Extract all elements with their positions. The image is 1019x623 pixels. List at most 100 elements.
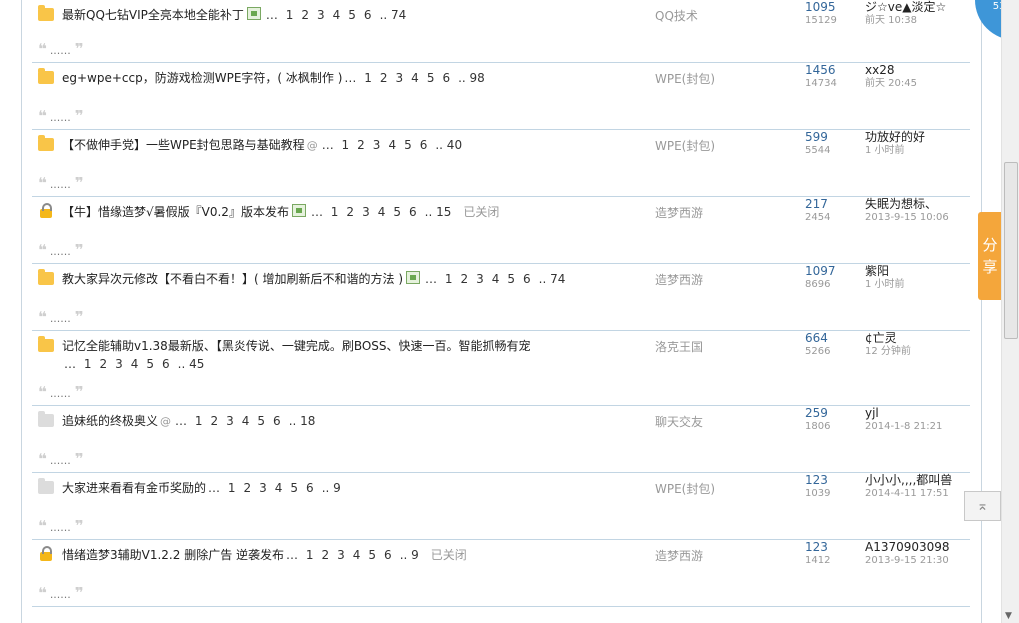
page-link[interactable]: 1 <box>195 414 203 428</box>
forum-link[interactable]: 洛克王国 <box>655 338 703 355</box>
thread-title-link[interactable]: 最新QQ七钻VIP全亮本地全能补丁 <box>62 8 244 22</box>
page-link[interactable]: 4 <box>378 205 386 219</box>
page-link[interactable]: 2 <box>301 8 309 22</box>
page-link[interactable]: .. 74 <box>539 272 566 286</box>
reply-count[interactable]: 259 <box>805 406 830 421</box>
page-link[interactable]: 5 <box>290 481 298 495</box>
page-link[interactable]: 2 <box>321 548 329 562</box>
page-link[interactable]: 2 <box>210 414 218 428</box>
page-link[interactable]: .. 9 <box>322 481 341 495</box>
page-link[interactable]: 4 <box>333 8 341 22</box>
reply-count[interactable]: 599 <box>805 130 830 145</box>
reply-count[interactable]: 1456 <box>805 63 837 78</box>
page-link[interactable]: 6 <box>409 205 417 219</box>
page-link[interactable]: 4 <box>411 71 419 85</box>
reply-count[interactable]: 123 <box>805 540 830 555</box>
thread-title-link[interactable]: 大家进来看看有金币奖励的 <box>62 481 206 495</box>
page-link[interactable]: 1 <box>84 357 92 371</box>
last-post-time[interactable]: 前天 10:38 <box>865 15 946 27</box>
last-post-time[interactable]: 2013-9-15 10:06 <box>865 212 949 224</box>
page-link[interactable]: 4 <box>492 272 500 286</box>
page-link[interactable]: 3 <box>476 272 484 286</box>
last-post-author[interactable]: ¢亡灵 <box>865 331 911 346</box>
page-link[interactable]: 3 <box>396 71 404 85</box>
page-link[interactable]: 2 <box>346 205 354 219</box>
last-post-author[interactable]: ジ☆ve▲淡定☆ <box>865 0 946 15</box>
page-link[interactable]: 1 <box>445 272 453 286</box>
thread-row[interactable]: eg+wpe+ccp，防游戏检测WPE字符，( 冰枫制作 )… 1 2 3 4 5 6..… <box>32 63 970 130</box>
last-post-author[interactable]: 失眠为想标、 <box>865 197 949 212</box>
page-link[interactable]: 3 <box>373 138 381 152</box>
page-link[interactable]: 4 <box>242 414 250 428</box>
thread-row[interactable]: 追妹纸的终极奥义 @… 1 2 3 4 5 6.. 18 聊天交友 259 1806 yjl 2014… <box>32 406 970 473</box>
thread-title-link[interactable]: 教大家异次元修改【不看白不看！】( 增加刷新后不和谐的方法 ) <box>62 272 403 286</box>
page-link[interactable]: 6 <box>442 71 450 85</box>
last-post-time[interactable]: 前天 20:45 <box>865 78 917 90</box>
page-link[interactable]: 6 <box>523 272 531 286</box>
page-link[interactable]: .. 15 <box>425 205 452 219</box>
page-link[interactable]: 5 <box>427 71 435 85</box>
page-link[interactable]: 6 <box>420 138 428 152</box>
last-post-time[interactable]: 12 分钟前 <box>865 346 911 358</box>
reply-count[interactable]: 1097 <box>805 264 836 279</box>
forum-link[interactable]: 造梦西游 <box>655 547 703 564</box>
page-link[interactable]: 1 <box>306 548 314 562</box>
share-button[interactable]: 分享 <box>978 212 1002 300</box>
page-link[interactable]: 5 <box>368 548 376 562</box>
page-link[interactable]: 5 <box>146 357 154 371</box>
page-link[interactable]: 2 <box>460 272 468 286</box>
page-link[interactable]: 2 <box>380 71 388 85</box>
last-post-time[interactable]: 2014-1-8 21:21 <box>865 421 942 433</box>
page-scrollbar[interactable]: ▼ <box>1001 0 1019 623</box>
page-link[interactable]: .. 40 <box>435 138 462 152</box>
page-link[interactable]: 6 <box>162 357 170 371</box>
page-link[interactable]: 3 <box>337 548 345 562</box>
page-link[interactable]: 6 <box>384 548 392 562</box>
last-post-author[interactable]: xx28 <box>865 63 917 78</box>
reply-count[interactable]: 123 <box>805 473 830 488</box>
last-post-author[interactable]: 功放好的好 <box>865 130 925 145</box>
page-link[interactable]: 2 <box>99 357 107 371</box>
page-link[interactable]: .. 45 <box>178 357 205 371</box>
back-to-top-button[interactable]: ⌅ <box>964 491 1001 521</box>
scroll-down-arrow-icon[interactable]: ▼ <box>1005 611 1012 621</box>
last-post-author[interactable]: 小小小,,,,都叫兽 <box>865 473 952 488</box>
thread-row[interactable]: 惜绪造梦3辅助V1.2.2 删除广告 逆袭发布… 1 2 3 4 5 6.. 9 已关闭 造梦… <box>32 540 970 607</box>
page-link[interactable]: .. 98 <box>458 71 485 85</box>
thread-row[interactable]: 记忆全能辅助v1.38最新版、【黑炎传说、一键完成。刷BOSS、快速一百。智能抓… <box>32 331 970 406</box>
page-link[interactable]: 4 <box>131 357 139 371</box>
page-link[interactable]: 3 <box>115 357 123 371</box>
thread-title-link[interactable]: 记忆全能辅助v1.38最新版、【黑炎传说、一键完成。刷BOSS、快速一百。智能抓… <box>62 339 531 353</box>
page-link[interactable]: 3 <box>226 414 234 428</box>
page-link[interactable]: 1 <box>364 71 372 85</box>
scrollbar-thumb[interactable] <box>1004 162 1018 339</box>
reply-count[interactable]: 217 <box>805 197 830 212</box>
page-link[interactable]: 6 <box>364 8 372 22</box>
forum-link[interactable]: 造梦西游 <box>655 271 703 288</box>
thread-row[interactable]: 大家进来看看有金币奖励的… 1 2 3 4 5 6.. 9 WPE(封包) 123 1039 小小… <box>32 473 970 540</box>
forum-link[interactable]: WPE(封包) <box>655 480 715 497</box>
thread-row[interactable]: 最新QQ七钻VIP全亮本地全能补丁… 1 2 3 4 5 6.. 74 QQ技术 1095 15… <box>32 0 970 63</box>
page-link[interactable]: 6 <box>306 481 314 495</box>
page-link[interactable]: .. 9 <box>400 548 419 562</box>
page-link[interactable]: 5 <box>257 414 265 428</box>
page-link[interactable]: 1 <box>228 481 236 495</box>
forum-link[interactable]: 聊天交友 <box>655 413 703 430</box>
reply-count[interactable]: 664 <box>805 331 830 346</box>
page-link[interactable]: 1 <box>342 138 350 152</box>
page-link[interactable]: .. 18 <box>289 414 316 428</box>
page-link[interactable]: 3 <box>362 205 370 219</box>
page-link[interactable]: 3 <box>317 8 325 22</box>
forum-link[interactable]: WPE(封包) <box>655 137 715 154</box>
thread-title-link[interactable]: 【不做伸手党】一些WPE封包思路与基础教程 <box>62 138 305 152</box>
forum-link[interactable]: QQ技术 <box>655 7 698 24</box>
page-link[interactable]: 6 <box>273 414 281 428</box>
page-link[interactable]: 3 <box>259 481 267 495</box>
thread-title-link[interactable]: 追妹纸的终极奥义 <box>62 414 158 428</box>
page-link[interactable]: 1 <box>286 8 294 22</box>
thread-title-link[interactable]: 【牛】惜缘造梦√暑假版『V0.2』版本发布 <box>62 205 289 219</box>
page-link[interactable]: .. 74 <box>380 8 407 22</box>
last-post-author[interactable]: yjl <box>865 406 942 421</box>
thread-title-link[interactable]: 惜绪造梦3辅助V1.2.2 删除广告 逆袭发布 <box>62 548 284 562</box>
page-link[interactable]: 4 <box>353 548 361 562</box>
